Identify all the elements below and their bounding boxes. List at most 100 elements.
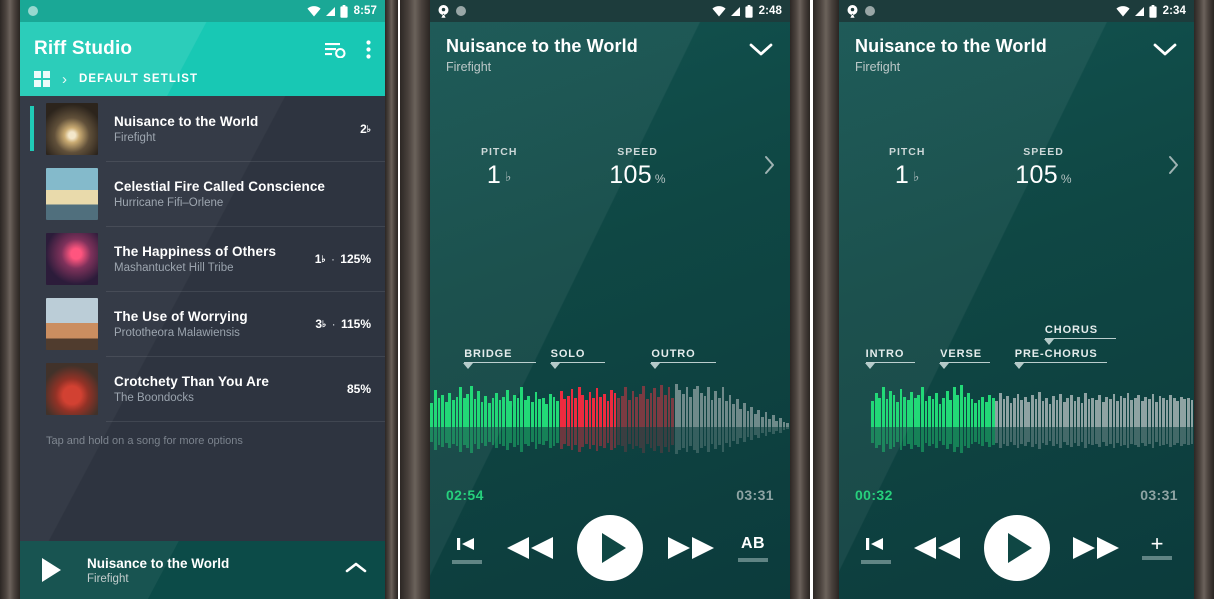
play-icon[interactable]	[983, 515, 1050, 581]
now-playing-bar[interactable]: Nuisance to the World Firefight	[20, 541, 385, 599]
ab-loop-button[interactable]: AB	[738, 535, 768, 562]
section-underline	[1014, 361, 1108, 363]
player-song-title: Nuisance to the World	[446, 36, 638, 56]
song-list-item[interactable]: Celestial Fire Called Conscience Hurrican…	[20, 161, 385, 226]
chevron-up-icon[interactable]	[345, 561, 367, 579]
button-underline	[452, 559, 482, 564]
status-bar: 2:34	[839, 0, 1194, 22]
wifi-icon	[711, 5, 726, 16]
song-meta: Celestial Fire Called Conscience Hurrican…	[114, 179, 371, 209]
player-header: Nuisance to the World Firefight	[839, 22, 1194, 74]
device-bezel-right	[1194, 0, 1214, 599]
dot-icon	[28, 6, 38, 16]
section-pointer-icon	[939, 363, 950, 369]
player-song-title: Nuisance to the World	[855, 36, 1047, 56]
pitch-control[interactable]: PITCH 1 ♭	[430, 146, 568, 190]
section-label: INTRO	[865, 347, 905, 360]
sort-options-icon[interactable]	[325, 41, 346, 58]
grid-view-icon[interactable]	[34, 71, 50, 87]
song-meta: The Happiness of Others Mashantucket Hill…	[114, 244, 315, 274]
speed-value: 105	[1015, 161, 1058, 189]
song-tags: 85%	[346, 381, 371, 396]
time-row: 02:54 03:31	[430, 481, 790, 503]
play-button[interactable]	[983, 515, 1050, 581]
song-list-item[interactable]: The Use of Worrying Prototheora Malawiens…	[20, 291, 385, 356]
status-bar: 8:57	[20, 0, 385, 22]
song-list[interactable]: Nuisance to the World Firefight 2♭ Celestia…	[20, 96, 385, 541]
section-markers[interactable]: BRIDGE SOLO OUTRO	[430, 323, 790, 369]
pitch-label: PITCH	[888, 146, 926, 158]
fast-forward-button[interactable]	[664, 534, 718, 562]
button-underline	[1142, 555, 1172, 560]
chevron-right-icon[interactable]	[763, 154, 776, 181]
app-bar-actions	[325, 39, 371, 59]
section-marker[interactable]: OUTRO	[650, 348, 717, 369]
play-icon[interactable]	[42, 558, 61, 582]
waveform[interactable]	[430, 373, 790, 481]
skip-to-start-button[interactable]	[861, 533, 891, 564]
album-art	[46, 362, 98, 415]
song-title: The Use of Worrying	[114, 308, 248, 324]
add-section-button[interactable]: +	[1142, 532, 1172, 560]
song-list-item[interactable]: Nuisance to the World Firefight 2♭	[20, 96, 385, 161]
section-pointer-icon	[1013, 363, 1024, 369]
device-1-screen: 8:57 Riff Studio › DEFAULT SETLIST Nuisa…	[20, 0, 385, 599]
rewind-icon	[503, 534, 557, 562]
battery-icon	[1148, 4, 1157, 18]
fast-forward-button[interactable]	[1069, 534, 1123, 562]
button-underline	[861, 559, 891, 564]
rewind-icon	[910, 534, 964, 562]
breadcrumb-setlist-label[interactable]: DEFAULT SETLIST	[79, 73, 198, 85]
total-time: 03:31	[736, 487, 774, 503]
dot-icon	[456, 6, 466, 16]
section-marker[interactable]: SOLO	[549, 347, 605, 369]
player-header: Nuisance to the World Firefight	[430, 22, 790, 74]
pitch-control[interactable]: PITCH 1 ♭	[839, 146, 975, 190]
device-3-player: 2:34 Nuisance to the World Firefight PIT…	[813, 0, 1214, 599]
speed-value-group: 105%	[568, 161, 706, 190]
section-marker[interactable]: VERSE	[939, 348, 990, 369]
player-header-meta: Nuisance to the World Firefight	[855, 36, 1047, 74]
section-label: BRIDGE	[464, 347, 513, 360]
section-label: SOLO	[550, 347, 586, 360]
skip-to-start-button[interactable]	[452, 533, 482, 564]
chevron-down-icon[interactable]	[748, 42, 774, 62]
song-list-item[interactable]: The Happiness of Others Mashantucket Hill…	[20, 226, 385, 291]
speed-control[interactable]: SPEED 105%	[568, 146, 706, 190]
speed-control[interactable]: SPEED 105%	[975, 146, 1111, 190]
play-button[interactable]	[577, 515, 643, 581]
album-art	[46, 167, 98, 220]
pitch-value-group: 1 ♭	[430, 161, 568, 190]
waveform[interactable]	[839, 373, 1194, 481]
selected-indicator	[30, 106, 34, 151]
total-time: 03:31	[1140, 487, 1178, 503]
speed-value: 105	[609, 161, 652, 189]
current-time: 02:54	[446, 487, 484, 503]
speed-value-group: 105%	[975, 161, 1111, 190]
player-screen: Nuisance to the World Firefight PITCH 1 ♭	[430, 22, 790, 599]
rewind-button[interactable]	[503, 534, 557, 562]
section-marker[interactable]: PRE-CHORUS	[1013, 348, 1108, 369]
transport-controls: AB	[430, 503, 790, 599]
status-bar-left	[847, 4, 875, 18]
rewind-button[interactable]	[910, 534, 964, 562]
speed-label: SPEED	[617, 146, 658, 158]
song-list-item[interactable]: Crotchety Than You Are The Boondocks 85%	[20, 356, 385, 421]
transport-controls: +	[839, 503, 1194, 599]
chevron-down-icon[interactable]	[1152, 42, 1178, 62]
breadcrumb[interactable]: › DEFAULT SETLIST	[34, 66, 371, 96]
song-title: Celestial Fire Called Conscience	[114, 178, 326, 194]
overflow-menu-icon[interactable]	[366, 39, 371, 59]
section-marker[interactable]: INTRO	[864, 347, 916, 369]
chevron-right-icon[interactable]	[1167, 154, 1180, 181]
play-icon[interactable]	[577, 515, 643, 581]
wifi-icon	[306, 5, 321, 16]
section-marker[interactable]: CHORUS	[1043, 324, 1116, 345]
section-marker[interactable]: BRIDGE	[463, 347, 537, 369]
song-title: Nuisance to the World	[114, 113, 259, 129]
section-markers[interactable]: INTRO VERSE PRE-CHORUS CHORUS	[839, 303, 1194, 369]
status-bar-clock: 2:34	[1162, 5, 1186, 17]
status-bar-clock: 2:48	[758, 5, 782, 17]
song-tags: 3♭ · 115%	[315, 316, 371, 331]
pitch-value: 1	[894, 161, 910, 189]
